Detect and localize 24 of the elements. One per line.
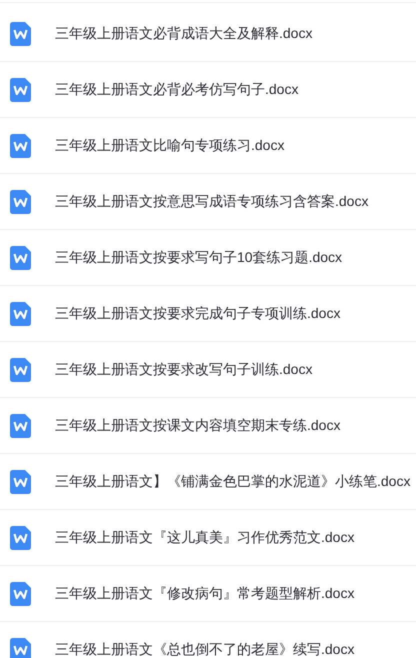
file-name[interactable]: 三年级上册语文按要求改写句子训练.docx <box>55 359 312 380</box>
file-name[interactable]: 三年级上册语文《总也倒不了的老屋》续写.docx <box>55 639 354 658</box>
file-name[interactable]: 三年级上册语文按要求写句子10套练习题.docx <box>55 247 342 268</box>
word-document-icon <box>10 638 31 658</box>
word-document-icon <box>10 358 31 382</box>
file-name[interactable]: 三年级上册语文】《铺满金色巴掌的水泥道》小练笔.docx <box>55 471 410 492</box>
file-name[interactable]: 三年级上册语文『这儿真美』习作优秀范文.docx <box>55 527 354 548</box>
word-document-icon <box>10 470 31 494</box>
word-document-icon <box>10 414 31 438</box>
file-name[interactable]: 三年级上册语文按课文内容填空期末专练.docx <box>55 415 340 436</box>
word-document-icon <box>10 246 31 270</box>
file-name[interactable]: 三年级上册语文按意思写成语专项练习含答案.docx <box>55 191 368 212</box>
word-document-icon <box>10 78 31 102</box>
file-name[interactable]: 三年级上册语文『修改病句』常考题型解析.docx <box>55 583 354 604</box>
file-name[interactable]: 三年级上册语文比喻句专项练习.docx <box>55 135 284 156</box>
word-document-icon <box>10 134 31 158</box>
word-document-icon <box>10 190 31 214</box>
file-name[interactable]: 三年级上册语文必背成语大全及解释.docx <box>55 23 312 44</box>
word-document-icon <box>10 582 31 606</box>
file-name[interactable]: 三年级上册语文必背必考仿写句子.docx <box>55 79 298 100</box>
file-name[interactable]: 三年级上册语文按要求完成句子专项训练.docx <box>55 303 340 324</box>
word-document-icon <box>10 526 31 550</box>
word-document-icon <box>10 302 31 326</box>
word-document-icon <box>10 22 31 46</box>
